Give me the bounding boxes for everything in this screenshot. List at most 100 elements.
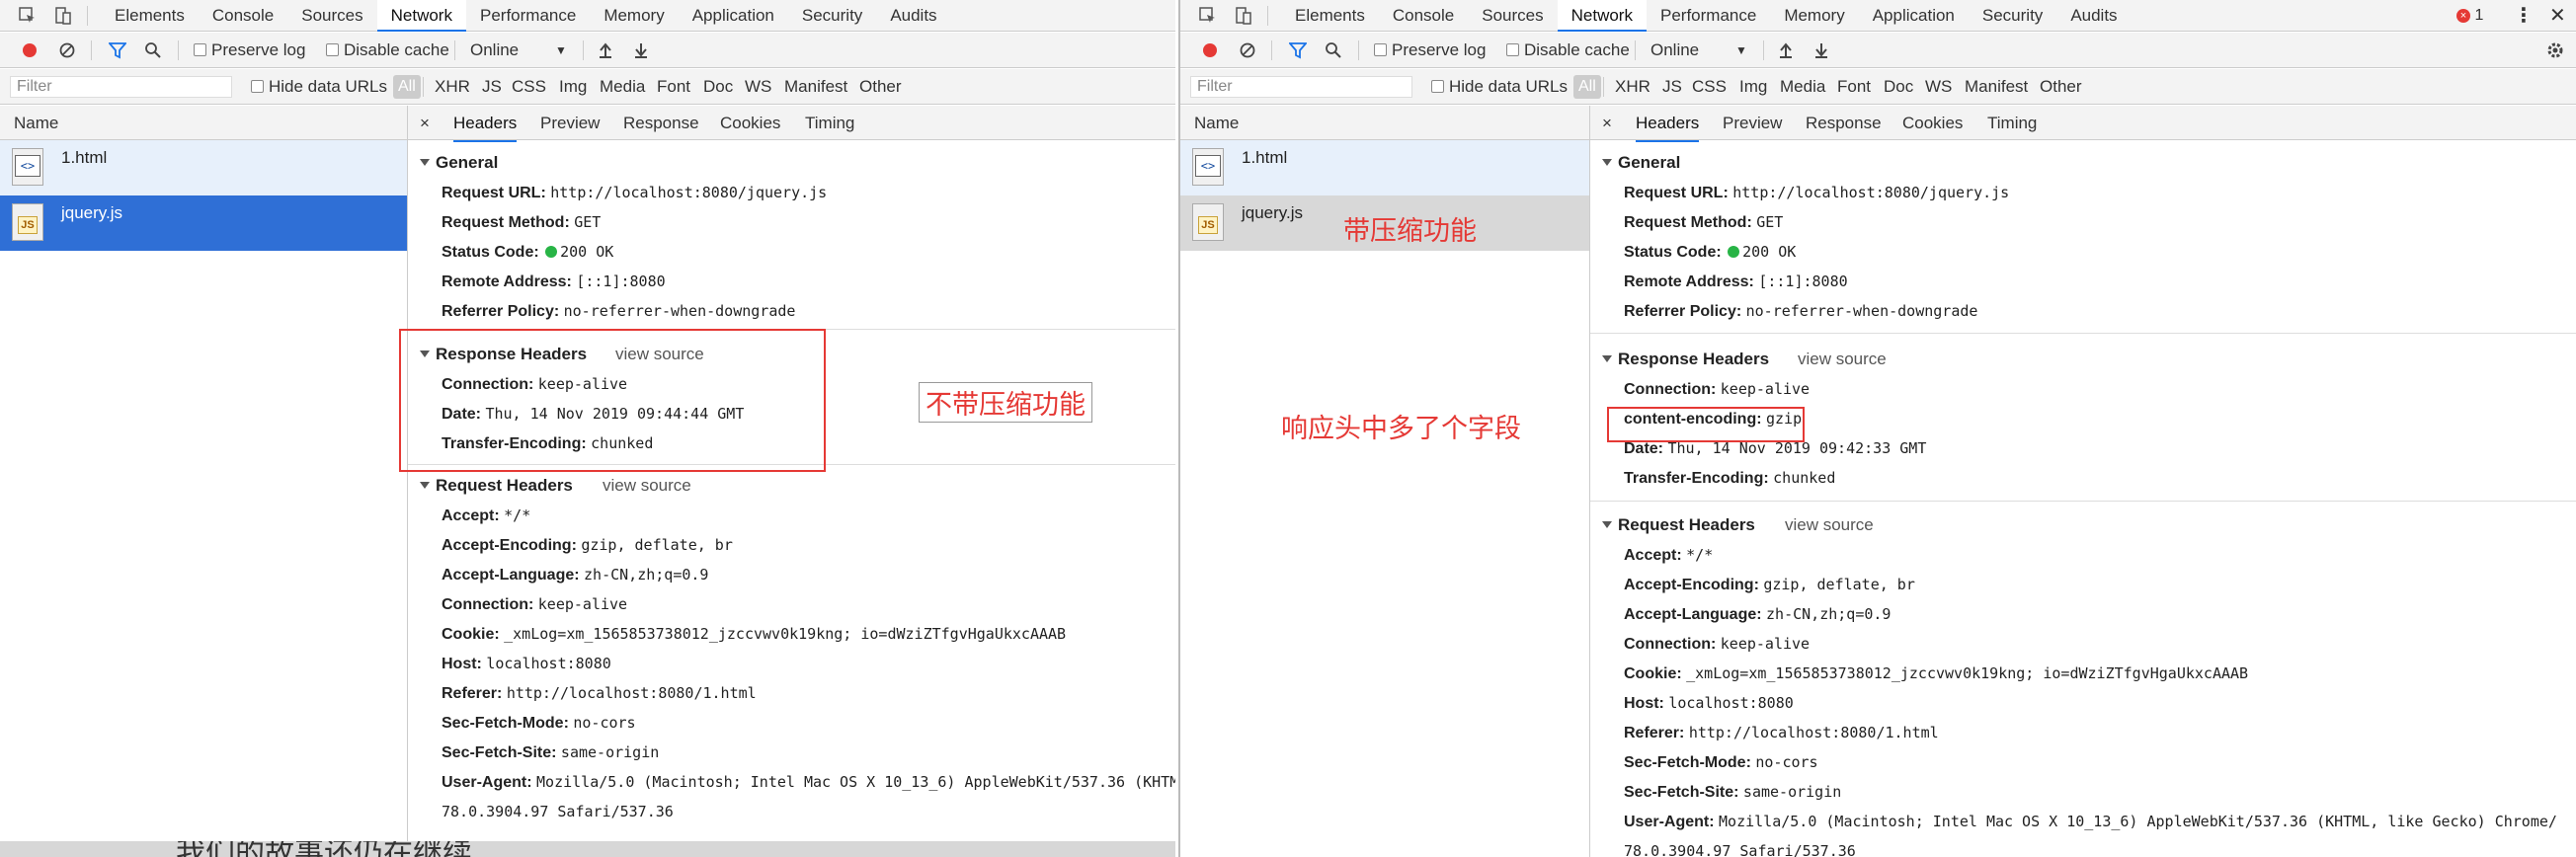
filter-icon[interactable]	[1289, 41, 1307, 59]
close-devtools-icon[interactable]: ✕	[2549, 0, 2566, 32]
tab-response[interactable]: Response	[623, 106, 699, 140]
tab-security[interactable]: Security	[788, 0, 876, 32]
preserve-log-checkbox[interactable]: Preserve log	[194, 33, 305, 68]
request-row-1-html[interactable]: <> 1.html	[0, 140, 407, 195]
filter-manifest[interactable]: Manifest	[784, 69, 847, 105]
tab-headers[interactable]: Headers	[453, 106, 518, 142]
tab-console[interactable]: Console	[199, 0, 287, 32]
filter-ws[interactable]: WS	[745, 69, 771, 105]
gear-icon[interactable]	[2545, 40, 2565, 60]
filter-xhr[interactable]: XHR	[1615, 69, 1650, 105]
tab-memory[interactable]: Memory	[590, 0, 678, 32]
device-toolbar-icon[interactable]	[53, 6, 73, 26]
tab-performance[interactable]: Performance	[1647, 0, 1770, 32]
import-har-icon[interactable]	[1777, 41, 1795, 59]
clear-icon[interactable]	[59, 42, 75, 58]
throttling-select[interactable]: Online ▼	[1650, 33, 1747, 68]
background-page-strip: 我们的故事还仍在继续	[0, 841, 1175, 857]
tab-timing[interactable]: Timing	[805, 106, 854, 140]
tab-preview[interactable]: Preview	[540, 106, 600, 140]
search-icon[interactable]	[1325, 41, 1342, 59]
filter-font[interactable]: Font	[1837, 69, 1871, 105]
filter-all-button[interactable]: All	[1573, 75, 1601, 99]
filter-js[interactable]: JS	[482, 69, 502, 105]
filter-img[interactable]: Img	[559, 69, 587, 105]
filter-all-button[interactable]: All	[393, 75, 421, 99]
tab-security[interactable]: Security	[1969, 0, 2056, 32]
disable-cache-checkbox[interactable]: Disable cache	[326, 33, 449, 68]
header-row: Host: localhost:8080	[442, 655, 611, 672]
filter-css[interactable]: CSS	[512, 69, 546, 105]
filter-img[interactable]: Img	[1739, 69, 1767, 105]
tab-sources[interactable]: Sources	[287, 0, 376, 32]
export-har-icon[interactable]	[1812, 41, 1830, 59]
tab-application[interactable]: Application	[679, 0, 788, 32]
close-icon[interactable]: ×	[1602, 106, 1612, 140]
general-header[interactable]: General	[1590, 148, 2576, 178]
filter-xhr[interactable]: XHR	[435, 69, 470, 105]
tab-console[interactable]: Console	[1379, 0, 1468, 32]
request-headers-header[interactable]: Request Headers view source	[408, 471, 1175, 501]
more-menu-icon[interactable]: ⋮	[2514, 0, 2534, 32]
filter-input[interactable]: Filter	[1190, 76, 1412, 98]
clear-icon[interactable]	[1240, 42, 1255, 58]
record-icon[interactable]	[22, 42, 38, 58]
tab-application[interactable]: Application	[1859, 0, 1969, 32]
tab-audits[interactable]: Audits	[876, 0, 950, 32]
general-header[interactable]: General	[408, 148, 1175, 178]
inspect-element-icon[interactable]	[18, 6, 38, 26]
response-headers-header[interactable]: Response Headers view source	[1590, 345, 2576, 374]
tab-memory[interactable]: Memory	[1770, 0, 1858, 32]
hide-data-urls-checkbox[interactable]: Hide data URLs	[251, 69, 387, 105]
tab-performance[interactable]: Performance	[466, 0, 590, 32]
record-icon[interactable]	[1202, 42, 1218, 58]
tab-network[interactable]: Network	[1557, 0, 1647, 32]
error-counter[interactable]: × 1	[2456, 0, 2483, 32]
filter-input[interactable]: Filter	[10, 76, 232, 98]
import-har-icon[interactable]	[597, 41, 614, 59]
tab-response[interactable]: Response	[1806, 106, 1882, 140]
filter-ws[interactable]: WS	[1925, 69, 1952, 105]
view-source-link[interactable]: view source	[603, 471, 691, 501]
header-row: Accept-Language: zh-CN,zh;q=0.9	[442, 566, 709, 584]
filter-js[interactable]: JS	[1662, 69, 1682, 105]
tab-sources[interactable]: Sources	[1468, 0, 1557, 32]
filter-manifest[interactable]: Manifest	[1965, 69, 2028, 105]
name-column-header[interactable]: Name	[0, 106, 407, 140]
filter-media[interactable]: Media	[1780, 69, 1825, 105]
header-row-continued: 78.0.3904.97 Safari/537.36	[442, 803, 674, 820]
tab-network[interactable]: Network	[376, 0, 466, 32]
search-icon[interactable]	[144, 41, 162, 59]
filter-other[interactable]: Other	[859, 69, 902, 105]
request-headers-header[interactable]: Request Headers view source	[1590, 510, 2576, 540]
tab-preview[interactable]: Preview	[1723, 106, 1782, 140]
export-har-icon[interactable]	[632, 41, 650, 59]
filter-icon[interactable]	[109, 41, 126, 59]
tab-elements[interactable]: Elements	[1281, 0, 1379, 32]
tab-elements[interactable]: Elements	[101, 0, 199, 32]
request-row-1-html[interactable]: <> 1.html	[1180, 140, 1589, 195]
tab-audits[interactable]: Audits	[2056, 0, 2131, 32]
filter-font[interactable]: Font	[657, 69, 690, 105]
filter-doc[interactable]: Doc	[1884, 69, 1913, 105]
view-source-link[interactable]: view source	[1785, 510, 1874, 540]
throttling-select[interactable]: Online ▼	[470, 33, 567, 68]
tab-cookies[interactable]: Cookies	[1902, 106, 1963, 140]
hide-data-urls-checkbox[interactable]: Hide data URLs	[1431, 69, 1568, 105]
filter-media[interactable]: Media	[600, 69, 645, 105]
tab-timing[interactable]: Timing	[1987, 106, 2037, 140]
filter-other[interactable]: Other	[2040, 69, 2082, 105]
disable-cache-checkbox[interactable]: Disable cache	[1506, 33, 1630, 68]
tab-headers[interactable]: Headers	[1636, 106, 1700, 142]
inspect-element-icon[interactable]	[1198, 6, 1218, 26]
request-row-jquery-js[interactable]: JS jquery.js	[0, 195, 407, 251]
filter-css[interactable]: CSS	[1692, 69, 1727, 105]
view-source-link[interactable]: view source	[1798, 345, 1887, 374]
close-icon[interactable]: ×	[420, 106, 430, 140]
tab-cookies[interactable]: Cookies	[720, 106, 780, 140]
device-toolbar-icon[interactable]	[1234, 6, 1253, 26]
preserve-log-checkbox[interactable]: Preserve log	[1374, 33, 1486, 68]
name-column-header[interactable]: Name	[1180, 106, 1589, 140]
header-row: Request URL: http://localhost:8080/jquer…	[442, 184, 828, 201]
filter-doc[interactable]: Doc	[703, 69, 733, 105]
